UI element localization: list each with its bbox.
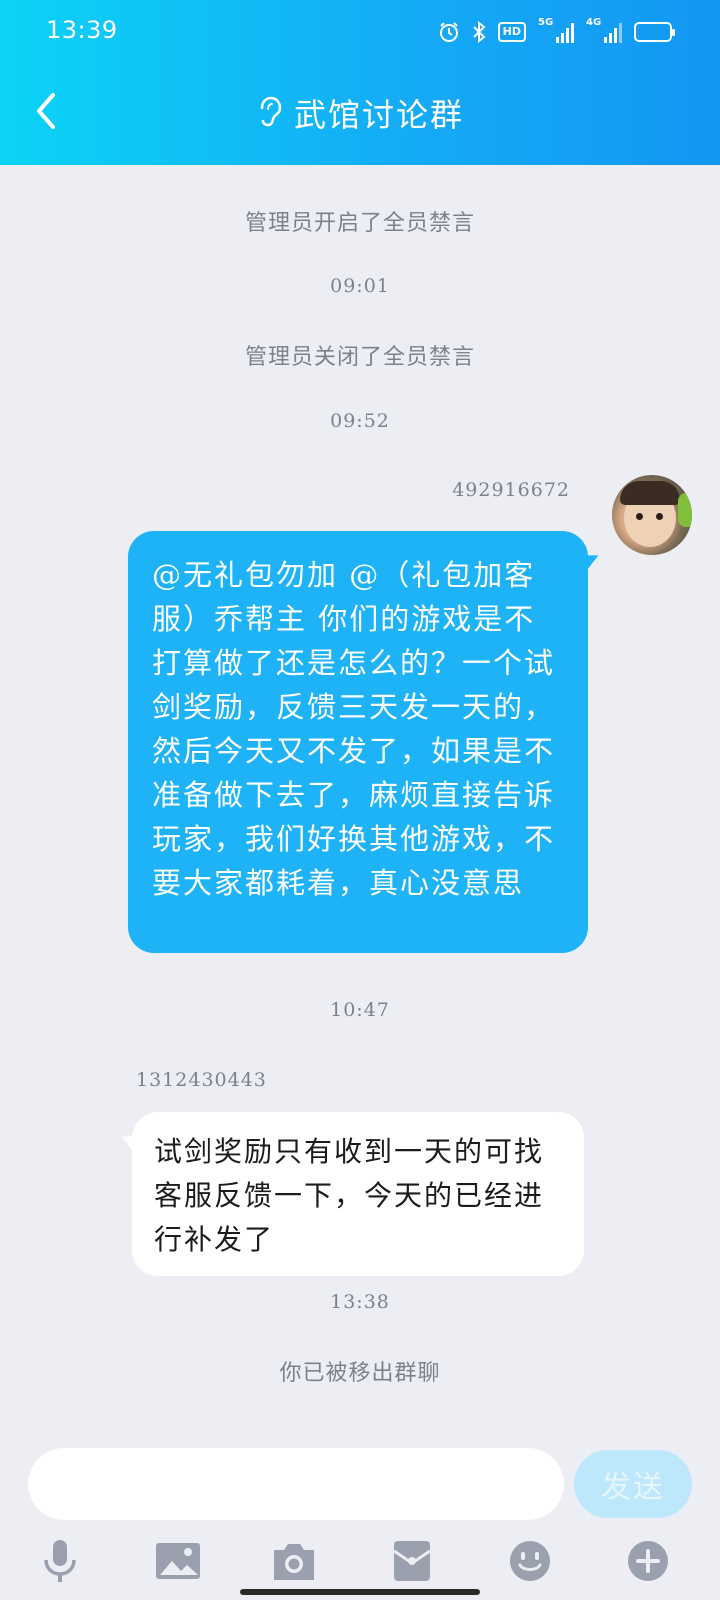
home-indicator[interactable] bbox=[240, 1589, 480, 1595]
system-notice: 管理员开启了全员禁言 bbox=[244, 211, 475, 236]
ear-icon[interactable] bbox=[256, 94, 282, 132]
sender-id: 1312430443 bbox=[136, 1069, 267, 1091]
timestamp: 13:38 bbox=[330, 1291, 390, 1313]
top-bar: 13:39 HD 5G 4G 武馆讨论群 bbox=[0, 0, 720, 165]
alarm-icon bbox=[438, 21, 460, 43]
plus-icon[interactable] bbox=[620, 1535, 676, 1587]
camera-icon[interactable] bbox=[266, 1535, 322, 1587]
composer-toolbar bbox=[0, 1535, 720, 1590]
emoji-icon[interactable] bbox=[502, 1535, 558, 1587]
battery-icon bbox=[634, 22, 675, 42]
microphone-icon[interactable] bbox=[32, 1535, 88, 1587]
signal-5g-icon: 5G bbox=[538, 17, 574, 43]
incoming-message-bubble[interactable]: 试剑奖励只有收到一天的可找客服反馈一下，今天的已经进行补发了 bbox=[132, 1112, 584, 1276]
avatar[interactable] bbox=[612, 475, 692, 555]
message-input[interactable] bbox=[28, 1448, 564, 1520]
send-button[interactable]: 发送 bbox=[574, 1450, 692, 1518]
red-packet-icon[interactable] bbox=[384, 1535, 440, 1587]
system-notice: 管理员关闭了全员禁言 bbox=[244, 345, 475, 370]
status-icons: HD 5G 4G bbox=[438, 17, 675, 46]
header-title-wrap: 武馆讨论群 bbox=[0, 90, 720, 136]
message-text: @无礼包勿加 @（礼包加客服）乔帮主 你们的游戏是不打算做了还是怎么的？一个试剑… bbox=[152, 558, 556, 900]
timestamp: 09:52 bbox=[330, 410, 390, 432]
outgoing-message-bubble[interactable]: @无礼包勿加 @（礼包加客服）乔帮主 你们的游戏是不打算做了还是怎么的？一个试剑… bbox=[128, 531, 588, 953]
hd-badge: HD bbox=[497, 22, 526, 42]
system-notice: 你已被移出群聊 bbox=[279, 1361, 441, 1386]
message-text: 试剑奖励只有收到一天的可找客服反馈一下，今天的已经进行补发了 bbox=[154, 1135, 545, 1256]
timestamp: 09:01 bbox=[330, 275, 390, 297]
image-icon[interactable] bbox=[150, 1535, 206, 1587]
bluetooth-icon bbox=[472, 21, 486, 43]
chat-title: 武馆讨论群 bbox=[293, 96, 464, 134]
timestamp: 10:47 bbox=[330, 999, 390, 1021]
chat-history[interactable]: 管理员开启了全员禁言 09:01 管理员关闭了全员禁言 09:52 492916… bbox=[0, 165, 720, 1445]
status-time: 13:39 bbox=[46, 16, 118, 44]
composer: 发送 bbox=[0, 1445, 720, 1525]
signal-4g-icon: 4G bbox=[586, 17, 622, 43]
sender-id: 492916672 bbox=[452, 479, 570, 501]
